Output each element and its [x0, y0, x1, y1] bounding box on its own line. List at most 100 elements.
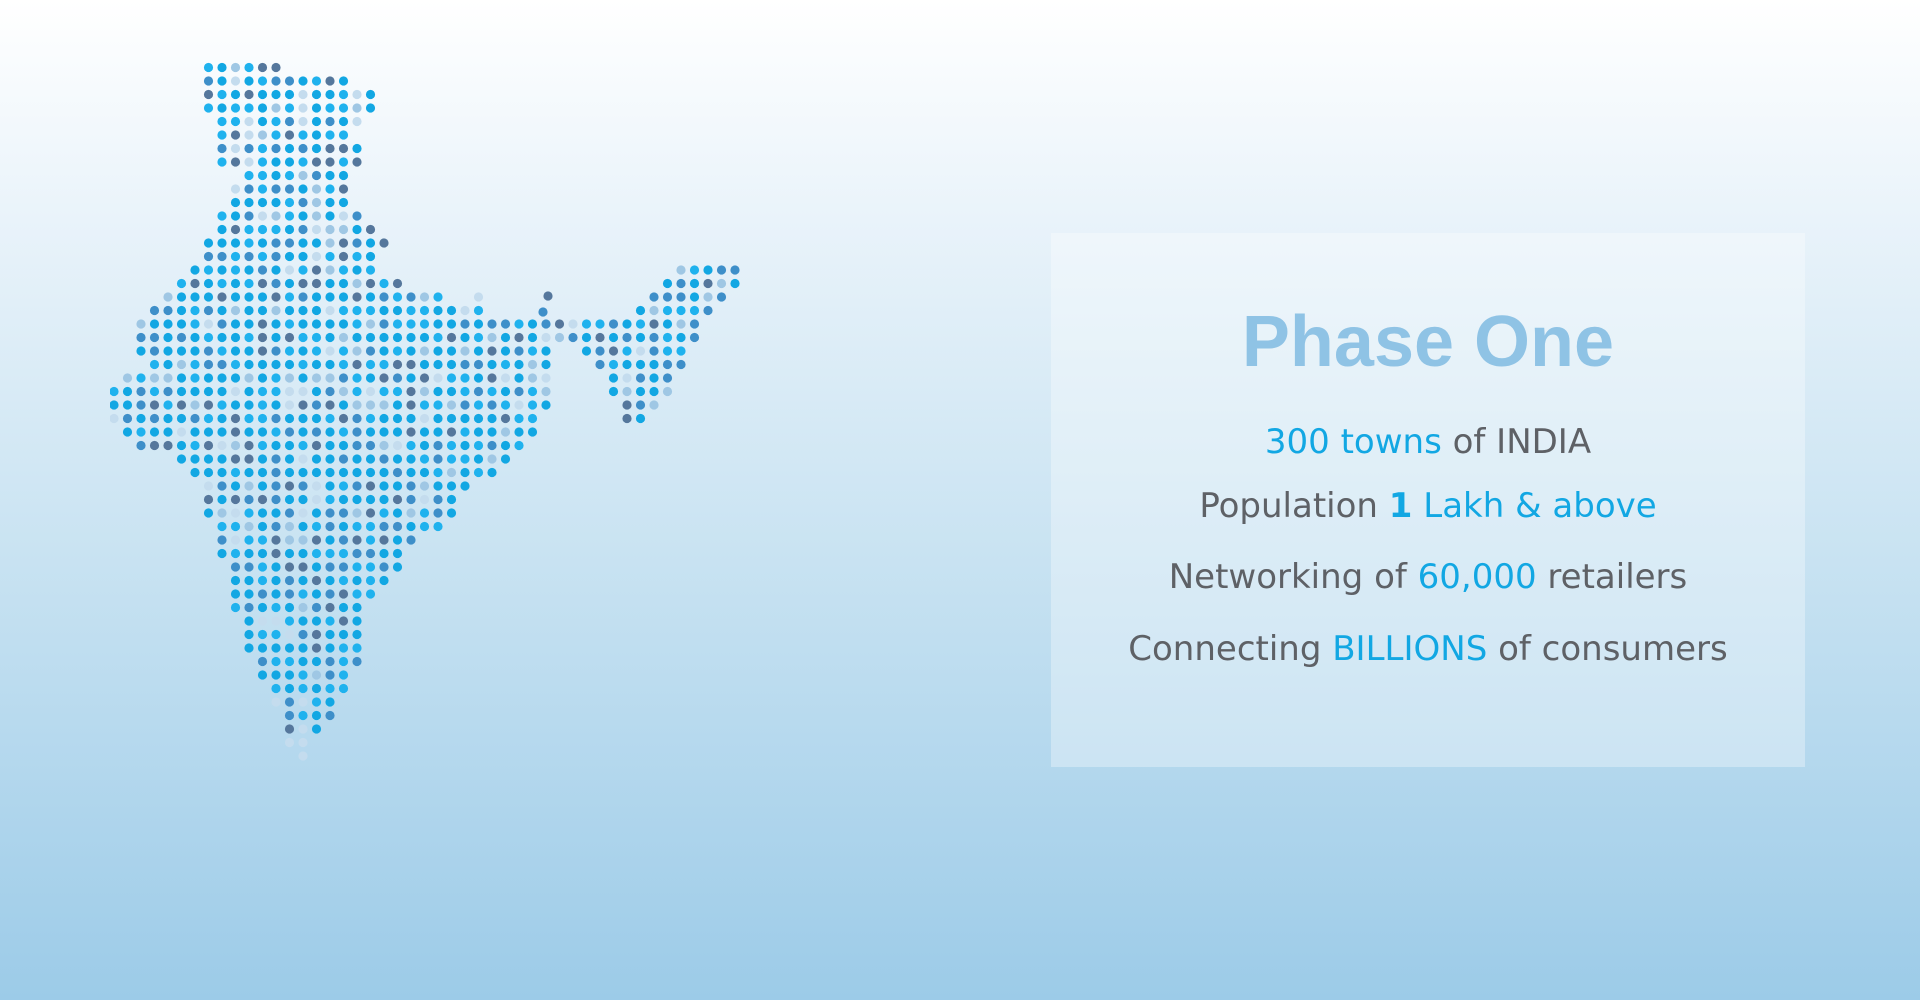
map-dot [622, 359, 632, 370]
map-dot [257, 589, 268, 599]
map-dot [338, 656, 349, 667]
map-dot [136, 373, 146, 383]
map-dot [298, 467, 308, 478]
map-dot [271, 76, 281, 86]
map-dot [230, 440, 241, 451]
map-dot [419, 386, 430, 397]
map-dot [203, 346, 214, 356]
map-dot [298, 535, 308, 545]
map-dot [689, 265, 700, 275]
map-dot [541, 332, 551, 343]
map-dot [352, 373, 362, 383]
map-dot [298, 251, 308, 262]
retailers-prefix: Networking of [1168, 557, 1418, 597]
map-dot [379, 575, 389, 586]
map-dot [338, 467, 349, 478]
map-dot [298, 737, 308, 748]
map-dot [635, 346, 646, 356]
map-dot [325, 386, 335, 397]
map-dot [541, 319, 551, 329]
map-dot [298, 670, 308, 680]
map-dot [487, 319, 497, 329]
map-dot [284, 319, 295, 329]
map-dot [298, 157, 308, 167]
map-dot [406, 467, 416, 478]
map-dot [176, 413, 187, 424]
map-dot [284, 656, 295, 667]
map-dot [230, 427, 241, 437]
map-dot [284, 184, 295, 194]
map-dot [608, 346, 619, 356]
map-dot [149, 440, 160, 451]
map-dot [325, 494, 335, 505]
map-dot [325, 440, 335, 451]
map-dot [163, 319, 173, 329]
map-dot [149, 346, 160, 356]
map-dot [406, 332, 416, 343]
map-dot [176, 346, 187, 356]
map-dot [433, 467, 443, 478]
map-dot [325, 238, 335, 248]
map-dot [257, 454, 268, 464]
map-dot [338, 670, 349, 680]
map-dot [487, 386, 497, 397]
map-dot [311, 710, 322, 721]
map-dot [244, 616, 254, 626]
map-dot [487, 346, 497, 356]
map-dot [608, 386, 619, 397]
map-dot [352, 332, 362, 343]
population-label: Population [1199, 486, 1389, 526]
map-dot [514, 346, 524, 356]
map-dot [460, 481, 470, 491]
map-dot [325, 589, 335, 599]
map-dot [298, 238, 308, 248]
map-dot [676, 359, 686, 370]
map-dot [338, 643, 349, 653]
map-dot [433, 508, 443, 518]
phase-title: Phase One [1241, 302, 1615, 382]
map-dot [230, 359, 241, 370]
map-dot [271, 521, 281, 532]
map-dot [244, 575, 254, 586]
map-dot [230, 454, 241, 464]
map-dot [271, 157, 281, 167]
map-dot [311, 643, 322, 653]
map-dot [298, 508, 308, 518]
map-dot [271, 683, 281, 694]
map-dot [298, 76, 308, 86]
map-dot [311, 116, 322, 127]
map-dot [311, 278, 322, 289]
map-dot [230, 292, 241, 302]
map-dot [325, 332, 335, 343]
map-dot [257, 359, 268, 370]
map-dot [203, 440, 214, 451]
map-dot [230, 143, 241, 154]
consumers-line: Connecting BILLIONS of consumers [1051, 632, 1805, 666]
map-dot [338, 683, 349, 694]
map-dot [217, 427, 227, 437]
map-dot [649, 332, 659, 343]
map-dot [271, 697, 281, 707]
map-dot [635, 319, 646, 329]
map-dot [244, 62, 254, 73]
map-dot [271, 467, 281, 478]
map-dot [352, 103, 362, 113]
map-dot [284, 494, 295, 505]
map-dot [136, 413, 146, 424]
map-dot [392, 508, 403, 518]
map-dot [271, 440, 281, 451]
map-dot [338, 386, 349, 397]
map-dot [352, 535, 362, 545]
map-dot [257, 494, 268, 505]
map-dot [298, 211, 308, 221]
map-dot [473, 292, 484, 302]
map-dot [325, 373, 335, 383]
map-dot [203, 332, 214, 343]
map-dot [446, 508, 457, 518]
map-dot [392, 305, 403, 316]
map-dot [203, 359, 214, 370]
map-dot [338, 103, 349, 113]
map-dot [271, 265, 281, 275]
map-dot [406, 305, 416, 316]
map-dot [244, 103, 254, 113]
